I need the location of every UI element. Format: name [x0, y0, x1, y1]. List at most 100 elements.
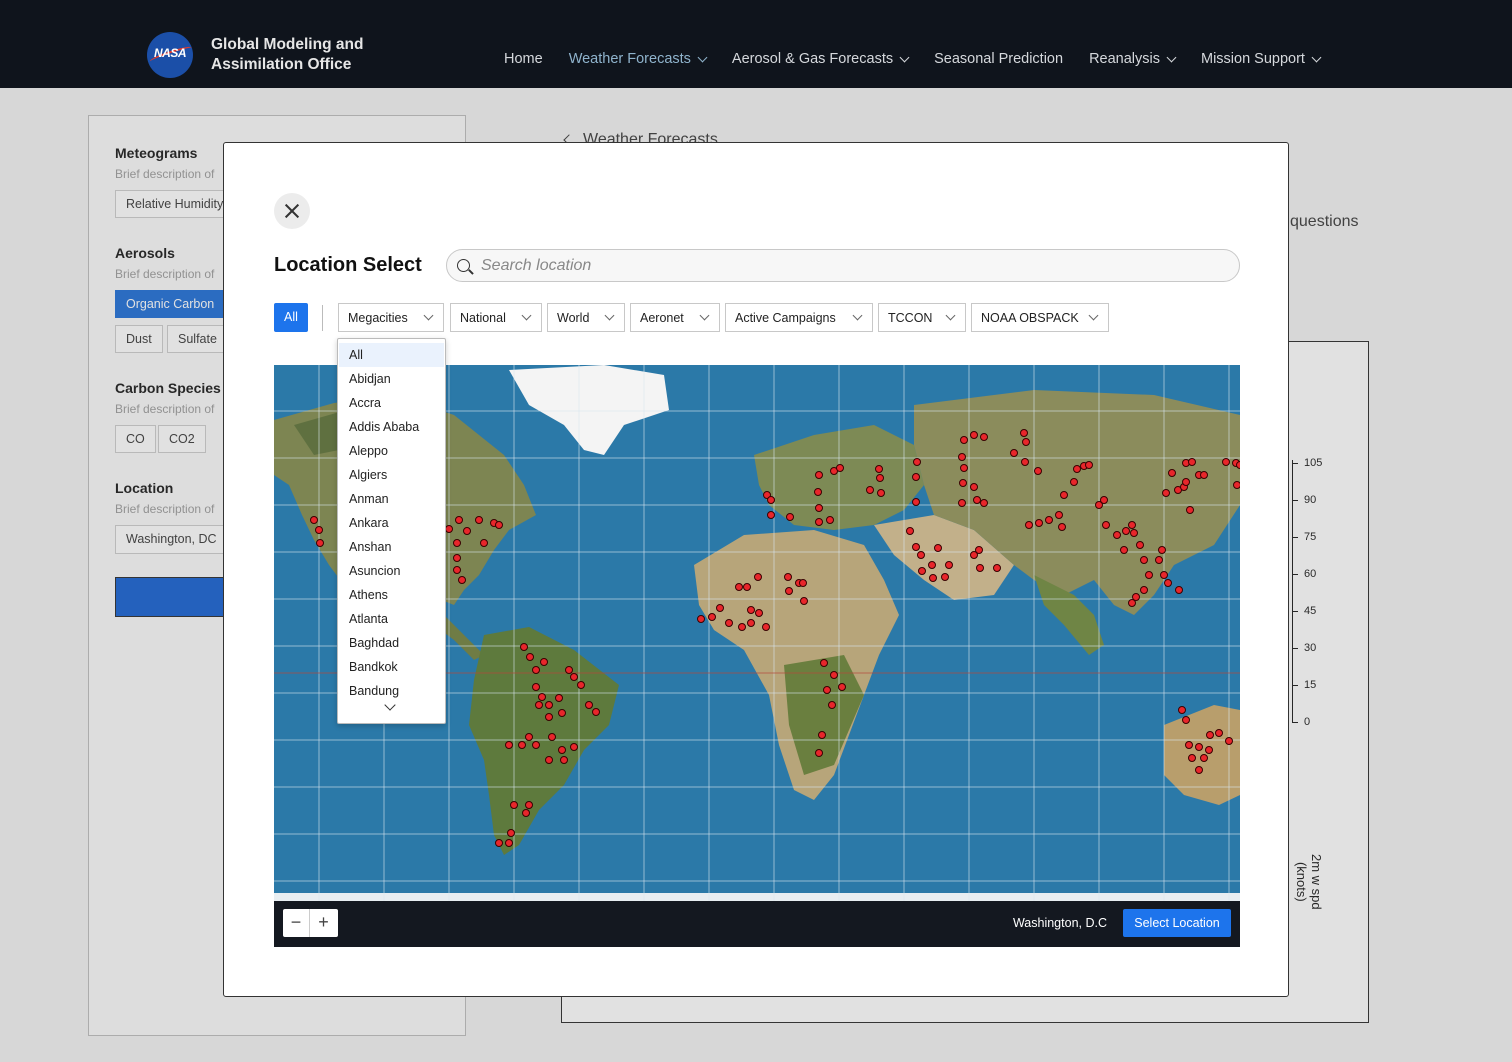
location-marker[interactable]	[1158, 546, 1166, 554]
location-marker[interactable]	[743, 583, 751, 591]
location-marker[interactable]	[1222, 458, 1230, 466]
nasa-logo[interactable]: NASA	[147, 32, 193, 78]
location-marker[interactable]	[1020, 429, 1028, 437]
location-marker[interactable]	[820, 659, 828, 667]
location-marker[interactable]	[959, 479, 967, 487]
location-marker[interactable]	[585, 701, 593, 709]
nav-aerosol-gas-forecasts[interactable]: Aerosol & Gas Forecasts	[732, 51, 910, 67]
filter-world[interactable]: World	[547, 303, 625, 332]
location-marker[interactable]	[453, 566, 461, 574]
dropdown-item-aleppo[interactable]: Aleppo	[339, 439, 444, 463]
location-marker[interactable]	[1160, 571, 1168, 579]
location-marker[interactable]	[1140, 556, 1148, 564]
location-marker[interactable]	[912, 498, 920, 506]
nav-mission-support[interactable]: Mission Support	[1201, 51, 1322, 67]
search-input[interactable]	[481, 256, 1221, 276]
location-marker[interactable]	[830, 671, 838, 679]
location-marker[interactable]	[1102, 521, 1110, 529]
dropdown-item-ankara[interactable]: Ankara	[339, 511, 444, 535]
location-marker[interactable]	[1128, 521, 1136, 529]
dropdown-item-addis-ababa[interactable]: Addis Ababa	[339, 415, 444, 439]
location-marker[interactable]	[1164, 579, 1172, 587]
location-marker[interactable]	[1168, 469, 1176, 477]
location-marker[interactable]	[545, 713, 553, 721]
location-marker[interactable]	[545, 701, 553, 709]
dropdown-item-anshan[interactable]: Anshan	[339, 535, 444, 559]
dropdown-item-accra[interactable]: Accra	[339, 391, 444, 415]
location-marker[interactable]	[538, 693, 546, 701]
dropdown-item-asuncion[interactable]: Asuncion	[339, 559, 444, 583]
location-marker[interactable]	[814, 488, 822, 496]
location-marker[interactable]	[505, 741, 513, 749]
location-marker[interactable]	[800, 597, 808, 605]
location-marker[interactable]	[1236, 461, 1241, 469]
dropdown-item-atlanta[interactable]: Atlanta	[339, 607, 444, 631]
location-marker[interactable]	[1182, 478, 1190, 486]
location-marker[interactable]	[1058, 523, 1066, 531]
location-marker[interactable]	[815, 504, 823, 512]
location-marker[interactable]	[507, 829, 515, 837]
location-marker[interactable]	[784, 573, 792, 581]
location-marker[interactable]	[815, 749, 823, 757]
nav-weather-forecasts[interactable]: Weather Forecasts	[569, 51, 708, 67]
location-marker[interactable]	[1225, 737, 1233, 745]
location-marker[interactable]	[455, 516, 463, 524]
location-marker[interactable]	[1140, 586, 1148, 594]
location-marker[interactable]	[495, 521, 503, 529]
location-marker[interactable]	[913, 458, 921, 466]
nav-seasonal-prediction[interactable]: Seasonal Prediction	[934, 51, 1063, 67]
location-marker[interactable]	[828, 701, 836, 709]
location-marker[interactable]	[310, 516, 318, 524]
location-marker[interactable]	[929, 574, 937, 582]
location-marker[interactable]	[1070, 478, 1078, 486]
location-marker[interactable]	[1130, 529, 1138, 537]
location-marker[interactable]	[1128, 599, 1136, 607]
close-icon[interactable]	[274, 193, 310, 229]
filter-aeronet[interactable]: Aeronet	[630, 303, 720, 332]
location-marker[interactable]	[970, 483, 978, 491]
location-marker[interactable]	[315, 526, 323, 534]
location-marker[interactable]	[475, 516, 483, 524]
location-marker[interactable]	[755, 609, 763, 617]
search-bar[interactable]	[446, 249, 1240, 282]
location-marker[interactable]	[993, 564, 1001, 572]
dropdown-item-anman[interactable]: Anman	[339, 487, 444, 511]
location-marker[interactable]	[518, 741, 526, 749]
location-marker[interactable]	[823, 686, 831, 694]
location-marker[interactable]	[532, 741, 540, 749]
location-marker[interactable]	[960, 436, 968, 444]
location-marker[interactable]	[1073, 465, 1081, 473]
location-marker[interactable]	[1155, 556, 1163, 564]
location-marker[interactable]	[558, 709, 566, 717]
location-marker[interactable]	[738, 623, 746, 631]
dropdown-item-baghdad[interactable]: Baghdad	[339, 631, 444, 655]
location-marker[interactable]	[1178, 706, 1186, 714]
location-marker[interactable]	[1195, 766, 1203, 774]
dropdown-item-athens[interactable]: Athens	[339, 583, 444, 607]
filter-megacities[interactable]: Megacities	[338, 303, 444, 332]
location-marker[interactable]	[1136, 541, 1144, 549]
location-marker[interactable]	[592, 708, 600, 716]
location-marker[interactable]	[555, 694, 563, 702]
location-marker[interactable]	[818, 731, 826, 739]
location-marker[interactable]	[1122, 527, 1130, 535]
location-marker[interactable]	[697, 615, 705, 623]
location-marker[interactable]	[767, 496, 775, 504]
location-marker[interactable]	[570, 673, 578, 681]
location-marker[interactable]	[532, 666, 540, 674]
location-marker[interactable]	[1035, 519, 1043, 527]
location-marker[interactable]	[912, 473, 920, 481]
location-marker[interactable]	[548, 733, 556, 741]
dropdown-item-all[interactable]: All	[339, 343, 444, 367]
location-marker[interactable]	[545, 756, 553, 764]
location-marker[interactable]	[928, 561, 936, 569]
location-marker[interactable]	[525, 801, 533, 809]
dropdown-item-bandkok[interactable]: Bandkok	[339, 655, 444, 679]
location-marker[interactable]	[958, 453, 966, 461]
location-marker[interactable]	[1188, 458, 1196, 466]
location-marker[interactable]	[747, 619, 755, 627]
location-marker[interactable]	[747, 606, 755, 614]
location-marker[interactable]	[786, 513, 794, 521]
location-marker[interactable]	[934, 544, 942, 552]
dropdown-item-bandung[interactable]: Bandung	[339, 679, 444, 703]
